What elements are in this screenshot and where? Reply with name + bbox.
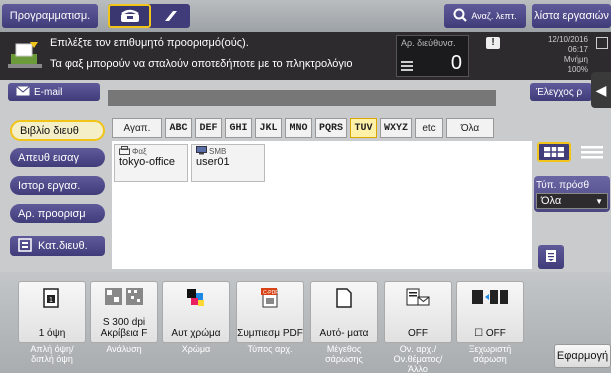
address-type-select[interactable]: Όλα ▼ <box>536 193 608 209</box>
date-text: 12/10/2016 <box>547 35 588 44</box>
check-button[interactable]: Έλεγχος ρ <box>530 83 592 101</box>
duplex-value: 1 όψη <box>38 328 66 339</box>
color-button[interactable]: Αυτ χρώμα <box>162 281 230 343</box>
separate-scan-label: Ξεχωριστή σάρωση <box>468 344 512 364</box>
scan-size-value: Αυτό- ματα <box>319 328 369 339</box>
email-button[interactable]: E-mail <box>8 83 100 101</box>
address-card[interactable]: Φαξ tokyo-office <box>114 144 188 182</box>
scan-size-button[interactable]: Αυτό- ματα <box>310 281 378 343</box>
chevron-down-icon: ▼ <box>595 196 603 206</box>
file-type-button[interactable]: C-PDF Συμπιεσμ PDF <box>236 281 304 343</box>
scan-size-label: Μέγεθος σάρωσης <box>325 344 363 364</box>
separate-scan-icon <box>470 287 510 310</box>
duplex-setting-button[interactable]: 1 1 όψη <box>18 281 86 343</box>
checkbox-icon: ☐ <box>474 328 484 339</box>
memory-label: Μνήμη <box>563 55 588 64</box>
memory-value: 100% <box>567 65 588 74</box>
color-label: Χρώμα <box>181 344 211 354</box>
job-list-button[interactable]: λίστα εργασιών <box>532 4 611 28</box>
file-name-button[interactable]: OFF <box>384 281 452 343</box>
destination-count-label: Αρ. διεύθυνσ. <box>401 38 456 48</box>
list-view-icon[interactable] <box>576 142 608 162</box>
destination-strip <box>108 90 496 106</box>
destination-number-button[interactable]: Αρ. προορισμ <box>10 204 105 223</box>
detail-button[interactable] <box>538 245 564 269</box>
svg-text:C-PDF: C-PDF <box>263 290 278 296</box>
address-list: Φαξ tokyo-office SMB user01 <box>112 141 532 269</box>
address-name: tokyo-office <box>119 156 176 168</box>
fax-mode-toggle[interactable] <box>108 4 190 28</box>
resolution-icon <box>104 287 144 310</box>
destination-count-box: Αρ. διεύθυνσ. 0 <box>396 35 469 77</box>
status-info: 12/10/2016 06:17 Μνήμη 100% <box>528 35 588 75</box>
destination-count: 0 <box>450 52 462 74</box>
hint-text: Τα φαξ μπορούν να σταλούν οποτεδήποτε με… <box>50 58 353 70</box>
resolution-button[interactable]: S 300 dpi Ακρίβεια F <box>90 281 158 343</box>
separate-scan-value: ☐ OFF <box>457 328 523 339</box>
detail-search-button[interactable]: Αναζ. λεπτ. <box>444 4 526 28</box>
file-name-value: OFF <box>408 328 428 339</box>
side-panel-arrow-icon[interactable]: ◀ <box>591 72 611 108</box>
address-type-filter-label: Τύπ. πρόσθ <box>536 180 590 191</box>
tab-favorites[interactable]: Αγαπ. <box>112 118 162 138</box>
pdf-icon: C-PDF <box>260 287 280 312</box>
category-icon <box>18 237 32 255</box>
tab-pqrs[interactable]: PQRS <box>315 118 347 138</box>
filename-icon <box>405 287 431 312</box>
address-category-button[interactable]: Κατ.διευθ. <box>10 236 105 256</box>
separate-scan-state: OFF <box>485 328 506 339</box>
address-name: user01 <box>196 156 230 168</box>
email-label: E-mail <box>34 86 63 98</box>
category-label: Κατ.διευθ. <box>38 240 88 252</box>
address-type-value: Όλα <box>541 195 562 207</box>
tab-def[interactable]: DEF <box>195 118 222 138</box>
tab-all[interactable]: Όλα <box>446 118 494 138</box>
separate-scan-button[interactable]: ☐ OFF <box>456 281 524 343</box>
apply-button[interactable]: Εφαρμογή <box>554 344 611 368</box>
search-label: Αναζ. λεπτ. <box>471 11 517 21</box>
address-card[interactable]: SMB user01 <box>191 144 265 182</box>
list-icon[interactable] <box>401 60 413 75</box>
address-type-label: SMB <box>209 147 227 156</box>
tab-mno[interactable]: MNO <box>285 118 312 138</box>
instruction-text: Επιλέξτε τον επιθυμητό προορισμό(ούς). <box>50 37 249 49</box>
resolution-value: S 300 dpi Ακρίβεια F <box>100 317 148 339</box>
address-book-button[interactable]: Βιβλίο διευθ <box>10 120 105 141</box>
simplex-icon: 1 <box>42 287 62 312</box>
scan-size-icon <box>335 287 353 312</box>
svg-text:1: 1 <box>49 297 53 304</box>
tab-ghi[interactable]: GHI <box>225 118 252 138</box>
phone-icon[interactable] <box>151 4 190 28</box>
address-type-label: Φαξ <box>132 147 147 156</box>
file-type-label: Τύπος αρχ. <box>247 344 293 354</box>
programs-button[interactable]: Προγραμματισμ. <box>2 4 98 28</box>
time-text: 06:17 <box>567 45 588 54</box>
fax-icon[interactable] <box>108 4 151 28</box>
direct-input-button[interactable]: Απευθ εισαγ <box>10 148 105 167</box>
file-name-label: Ον. αρχ./ Ον.θέματος/ Άλλο <box>393 344 443 373</box>
status-icon <box>596 37 608 49</box>
search-icon <box>453 8 468 24</box>
file-type-value: Συμπιεσμ PDF <box>237 328 303 339</box>
tab-jkl[interactable]: JKL <box>255 118 282 138</box>
warning-icon[interactable]: ! <box>486 37 500 49</box>
grid-view-icon[interactable] <box>537 142 571 162</box>
color-value: Αυτ χρώμα <box>171 328 221 339</box>
message-bar: Επιλέξτε τον επιθυμητό προορισμό(ούς). Τ… <box>0 32 611 80</box>
index-tab-row: Αγαπ. ABC DEF GHI JKL MNO PQRS TUV WXYZ … <box>112 118 494 140</box>
tab-abc[interactable]: ABC <box>165 118 192 138</box>
tab-tuv[interactable]: TUV <box>350 118 377 138</box>
tab-etc[interactable]: etc <box>415 118 443 138</box>
envelope-icon <box>16 85 30 99</box>
tab-wxyz[interactable]: WXYZ <box>380 118 412 138</box>
duplex-label: Απλή όψη/ διπλή όψη <box>30 344 74 364</box>
color-icon <box>185 287 207 312</box>
fax-machine-icon <box>8 40 42 70</box>
resolution-label: Ανάλυση <box>106 344 142 354</box>
document-icon <box>545 249 557 266</box>
job-history-button[interactable]: Ιστορ εργασ. <box>10 176 105 195</box>
